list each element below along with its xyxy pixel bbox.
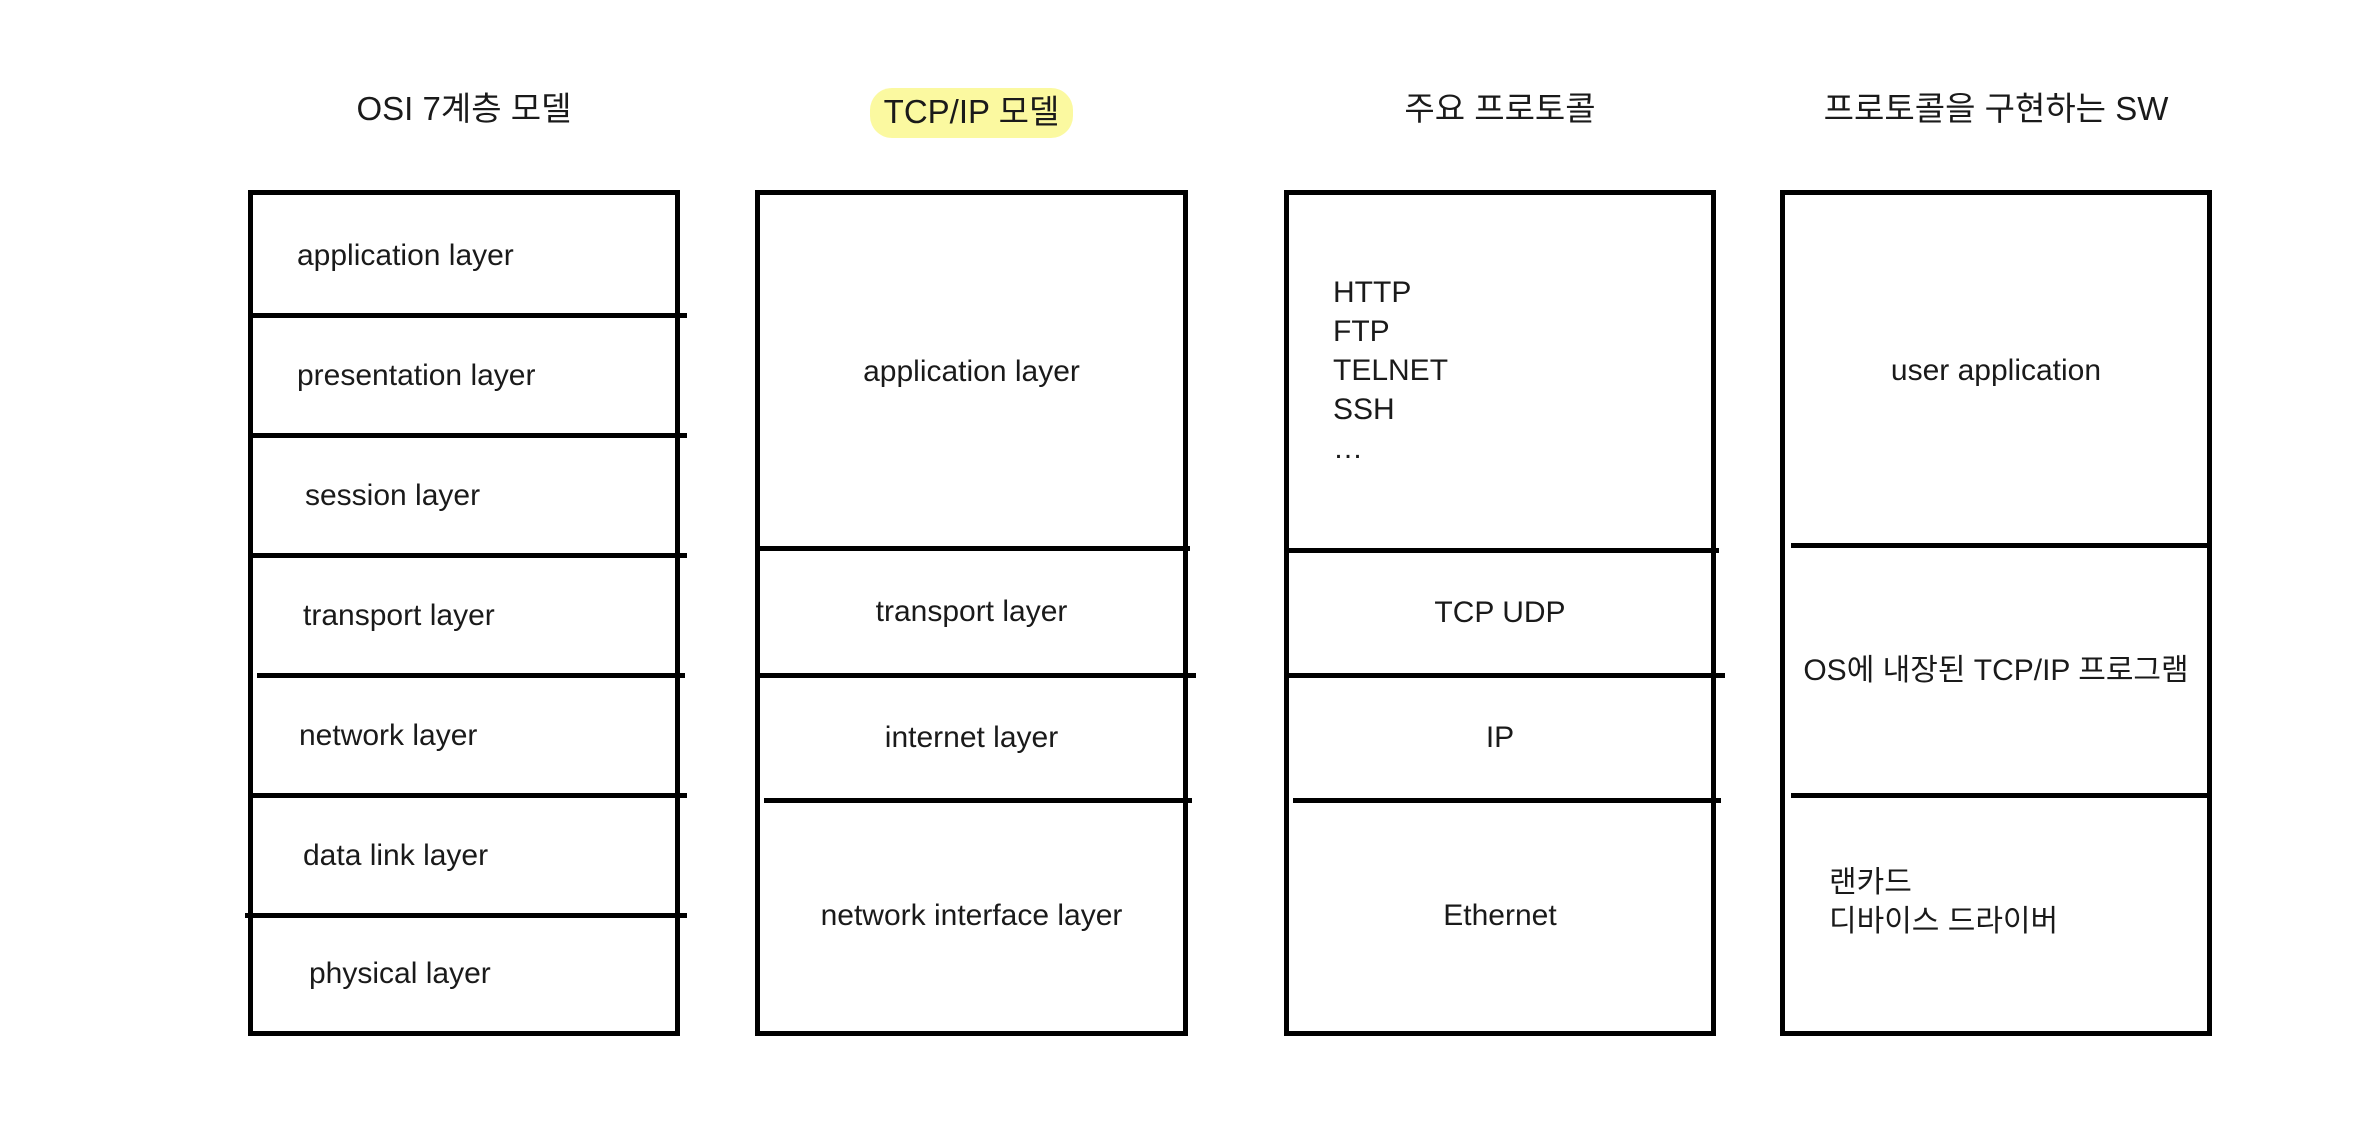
software-layer-nic-driver-label: 랜카드 디바이스 드라이버 <box>1829 866 2059 938</box>
tcpip-layer-internet[interactable]: internet layer <box>760 675 1183 800</box>
software-layer-os-tcpip[interactable]: OS에 내장된 TCP/IP 프로그램 <box>1785 545 2207 795</box>
protocol-group-internet-label: IP <box>1485 721 1515 754</box>
osi-layer-transport-label: transport layer <box>303 598 495 632</box>
software-layer-user-application-label: user application <box>1890 353 2102 387</box>
tcpip-layer-internet-label: internet layer <box>884 721 1059 754</box>
osi-layer-data-link-label: data link layer <box>303 838 489 872</box>
protocol-group-internet[interactable]: IP <box>1289 675 1711 800</box>
column-header-tcpip-label: TCP/IP 모델 <box>869 88 1074 138</box>
protocol-group-network-interface-label: Ethernet <box>1443 899 1557 932</box>
osi-layer-session-label: session layer <box>305 478 481 512</box>
column-header-protocols-label: 주요 프로토콜 <box>1404 90 1596 127</box>
column-header-osi-label: OSI 7계층 모델 <box>356 90 572 127</box>
protocol-group-transport-label: TCP UDP <box>1434 596 1566 629</box>
tcpip-layer-application[interactable]: application layer <box>760 195 1183 548</box>
software-stack: user application OS에 내장된 TCP/IP 프로그램 랜카드… <box>1780 190 2212 1036</box>
column-header-software: 프로토콜을 구현하는 SW <box>1780 88 2212 130</box>
protocol-stack: HTTP FTP TELNET SSH … TCP UDP IP Etherne… <box>1284 190 1725 1036</box>
tcpip-layer-transport-label: transport layer <box>875 595 1068 628</box>
software-layer-user-application[interactable]: user application <box>1785 195 2207 545</box>
column-header-tcpip: TCP/IP 모델 <box>755 88 1188 138</box>
software-layer-nic-driver[interactable]: 랜카드 디바이스 드라이버 <box>1785 795 2207 1031</box>
protocol-group-application[interactable]: HTTP FTP TELNET SSH … <box>1289 195 1711 550</box>
osi-layer-physical[interactable]: physical layer <box>253 915 675 1031</box>
tcpip-layer-network-interface-label: network interface layer <box>820 899 1123 932</box>
osi-layer-transport[interactable]: transport layer <box>253 555 675 675</box>
protocol-group-transport[interactable]: TCP UDP <box>1289 550 1711 675</box>
osi-layer-presentation-label: presentation layer <box>297 358 536 392</box>
column-header-protocols: 주요 프로토콜 <box>1284 88 1716 130</box>
column-header-software-label: 프로토콜을 구현하는 SW <box>1823 90 2169 127</box>
protocol-group-network-interface[interactable]: Ethernet <box>1289 800 1711 1031</box>
osi-layer-application-label: application layer <box>297 238 514 272</box>
osi-layer-session[interactable]: session layer <box>253 435 675 555</box>
tcpip-layer-application-label: application layer <box>863 355 1080 388</box>
osi-layer-network-label: network layer <box>299 718 478 752</box>
diagram-canvas: OSI 7계층 모델 TCP/IP 모델 주요 프로토콜 프로토콜을 구현하는 … <box>0 0 2360 1133</box>
protocol-group-application-label: HTTP FTP TELNET SSH … <box>1333 276 1449 465</box>
osi-layer-network[interactable]: network layer <box>253 675 675 795</box>
software-layer-os-tcpip-label: OS에 내장된 TCP/IP 프로그램 <box>1803 653 2189 687</box>
osi-layer-application[interactable]: application layer <box>253 195 675 315</box>
tcpip-layer-network-interface[interactable]: network interface layer <box>760 800 1183 1031</box>
osi-layer-physical-label: physical layer <box>309 956 491 990</box>
osi-stack: application layer presentation layer ses… <box>245 190 687 1036</box>
tcpip-stack: application layer transport layer intern… <box>755 190 1196 1036</box>
osi-layer-presentation[interactable]: presentation layer <box>253 315 675 435</box>
column-header-osi: OSI 7계층 모델 <box>248 88 680 130</box>
tcpip-layer-transport[interactable]: transport layer <box>760 548 1183 675</box>
osi-layer-data-link[interactable]: data link layer <box>253 795 675 915</box>
